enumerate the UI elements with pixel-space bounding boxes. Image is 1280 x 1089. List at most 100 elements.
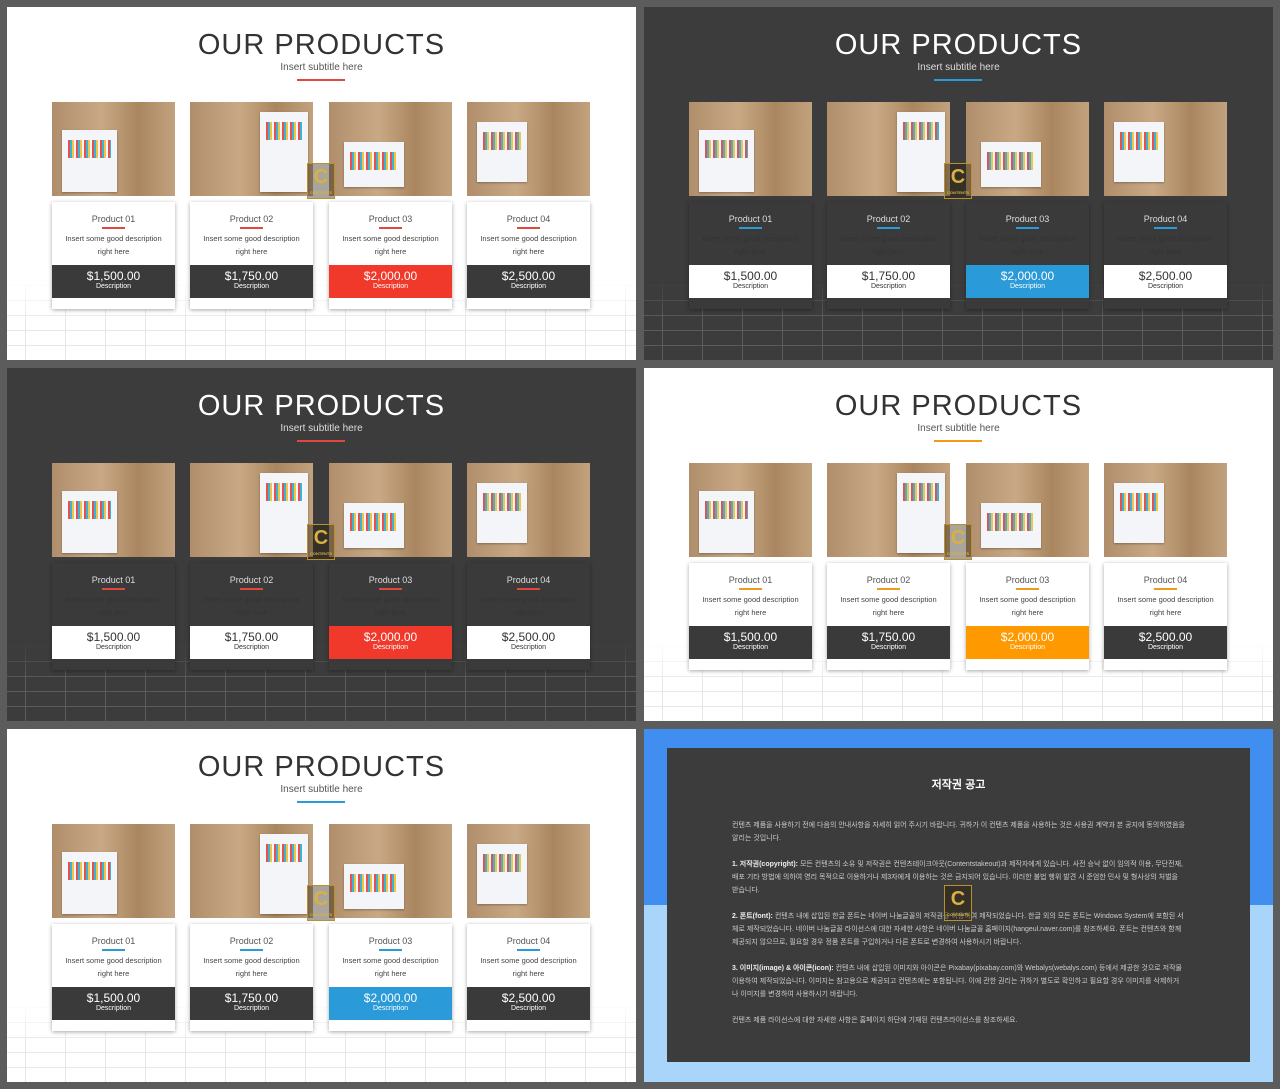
price-box: $1,500.00 Description	[52, 987, 175, 1020]
price-label: Description	[233, 283, 269, 290]
product-image	[827, 463, 950, 557]
title-underline	[934, 79, 982, 81]
product-description: Insert some good description right here	[342, 234, 439, 256]
watermark-logo: C CONTENTS	[944, 885, 972, 921]
product-info: Product 02 Insert some good description …	[827, 202, 950, 309]
product-name: Product 02	[866, 575, 911, 585]
price-value: $1,750.00	[861, 630, 916, 644]
product-card: Product 03 Insert some good description …	[966, 102, 1089, 309]
product-card: Product 01 Insert some good description …	[689, 102, 812, 309]
price-label: Description	[732, 644, 768, 651]
price-box: $2,500.00 Description	[467, 626, 590, 659]
price-value: $1,750.00	[224, 991, 279, 1005]
price-label: Description	[372, 283, 408, 290]
product-name: Product 01	[91, 936, 136, 946]
product-underline	[102, 588, 125, 590]
product-info: Product 02 Insert some good description …	[827, 563, 950, 670]
price-value: $2,500.00	[501, 991, 556, 1005]
product-name: Product 01	[91, 575, 136, 585]
product-name: Product 01	[91, 214, 136, 224]
product-underline	[379, 949, 402, 951]
copyright-footer: 컨텐츠 제품 라이선스에 대한 자세한 사항은 홈페이지 하단에 기재된 컨텐츠…	[732, 1017, 1018, 1024]
product-image	[329, 824, 452, 918]
product-card: Product 01 Insert some good description …	[52, 824, 175, 1031]
product-slide[interactable]: OUR PRODUCTS Insert subtitle here Produc…	[7, 368, 636, 721]
product-name: Product 02	[229, 575, 274, 585]
price-label: Description	[510, 283, 546, 290]
product-card: Product 04 Insert some good description …	[467, 102, 590, 309]
product-card: Product 04 Insert some good description …	[1104, 463, 1227, 670]
product-name: Product 03	[1005, 575, 1050, 585]
product-info: Product 04 Insert some good description …	[1104, 563, 1227, 670]
watermark-logo: C CONTENTS	[944, 163, 972, 199]
product-image	[689, 102, 812, 196]
price-value: $2,500.00	[1138, 630, 1193, 644]
product-info: Product 04 Insert some good description …	[467, 924, 590, 1031]
slide-subtitle: Insert subtitle here	[917, 62, 1000, 73]
product-image	[966, 463, 1089, 557]
price-value: $2,500.00	[501, 630, 556, 644]
product-image	[827, 102, 950, 196]
copyright-intro: 컨텐츠 제품을 사용하기 전에 다음의 안내사항을 자세히 읽어 주시기 바랍니…	[732, 822, 1185, 842]
product-card: Product 03 Insert some good description …	[329, 824, 452, 1031]
product-underline	[240, 949, 263, 951]
product-name: Product 04	[506, 214, 551, 224]
price-value: $2,000.00	[363, 991, 418, 1005]
product-slide[interactable]: OUR PRODUCTS Insert subtitle here Produc…	[644, 7, 1273, 360]
watermark-logo: C CONTENTS	[307, 885, 335, 921]
slide-subtitle: Insert subtitle here	[280, 62, 363, 73]
product-image	[966, 102, 1089, 196]
product-name: Product 03	[368, 936, 413, 946]
price-label: Description	[870, 644, 906, 651]
slide-title: OUR PRODUCTS	[197, 390, 446, 422]
price-value: $2,500.00	[501, 269, 556, 283]
price-label: Description	[1147, 644, 1183, 651]
price-box: $2,000.00 Description	[329, 987, 452, 1020]
product-slide[interactable]: OUR PRODUCTS Insert subtitle here Produc…	[7, 729, 636, 1082]
price-value: $1,500.00	[86, 991, 141, 1005]
product-image	[329, 102, 452, 196]
product-name: Product 02	[229, 214, 274, 224]
product-image	[467, 463, 590, 557]
product-info: Product 01 Insert some good description …	[52, 202, 175, 309]
price-label: Description	[870, 283, 906, 290]
product-underline	[240, 227, 263, 229]
product-info: Product 02 Insert some good description …	[190, 563, 313, 670]
product-underline	[517, 227, 540, 229]
price-value: $2,000.00	[1000, 630, 1055, 644]
product-image	[190, 102, 313, 196]
price-box: $2,000.00 Description	[966, 626, 1089, 659]
product-description: Insert some good description right here	[702, 234, 799, 256]
price-label: Description	[233, 1005, 269, 1012]
product-card: Product 04 Insert some good description …	[467, 463, 590, 670]
product-description: Insert some good description right here	[342, 595, 439, 617]
price-value: $1,750.00	[224, 630, 279, 644]
copyright-slide: 저작권 공고 컨텐츠 제품을 사용하기 전에 다음의 안내사항을 자세히 읽어 …	[644, 729, 1273, 1082]
product-underline	[102, 227, 125, 229]
product-card: Product 04 Insert some good description …	[467, 824, 590, 1031]
price-label: Description	[95, 283, 131, 290]
price-box: $1,750.00 Description	[190, 987, 313, 1020]
product-description: Insert some good description right here	[65, 234, 162, 256]
product-info: Product 03 Insert some good description …	[329, 563, 452, 670]
product-underline	[240, 588, 263, 590]
product-underline	[1154, 227, 1177, 229]
price-box: $1,500.00 Description	[689, 265, 812, 298]
slide-title: OUR PRODUCTS	[197, 751, 446, 783]
price-value: $2,000.00	[363, 269, 418, 283]
product-name: Product 02	[866, 214, 911, 224]
product-name: Product 03	[1005, 214, 1050, 224]
product-description: Insert some good description right here	[480, 956, 577, 978]
price-label: Description	[1147, 283, 1183, 290]
price-value: $2,000.00	[1000, 269, 1055, 283]
slide-title: OUR PRODUCTS	[834, 29, 1083, 61]
product-image	[467, 824, 590, 918]
product-slide[interactable]: OUR PRODUCTS Insert subtitle here Produc…	[7, 7, 636, 360]
product-card: Product 02 Insert some good description …	[190, 463, 313, 670]
product-info: Product 03 Insert some good description …	[966, 563, 1089, 670]
product-underline	[1154, 588, 1177, 590]
product-card: Product 02 Insert some good description …	[190, 824, 313, 1031]
price-label: Description	[95, 644, 131, 651]
product-slide[interactable]: OUR PRODUCTS Insert subtitle here Produc…	[644, 368, 1273, 721]
product-name: Product 01	[728, 575, 773, 585]
